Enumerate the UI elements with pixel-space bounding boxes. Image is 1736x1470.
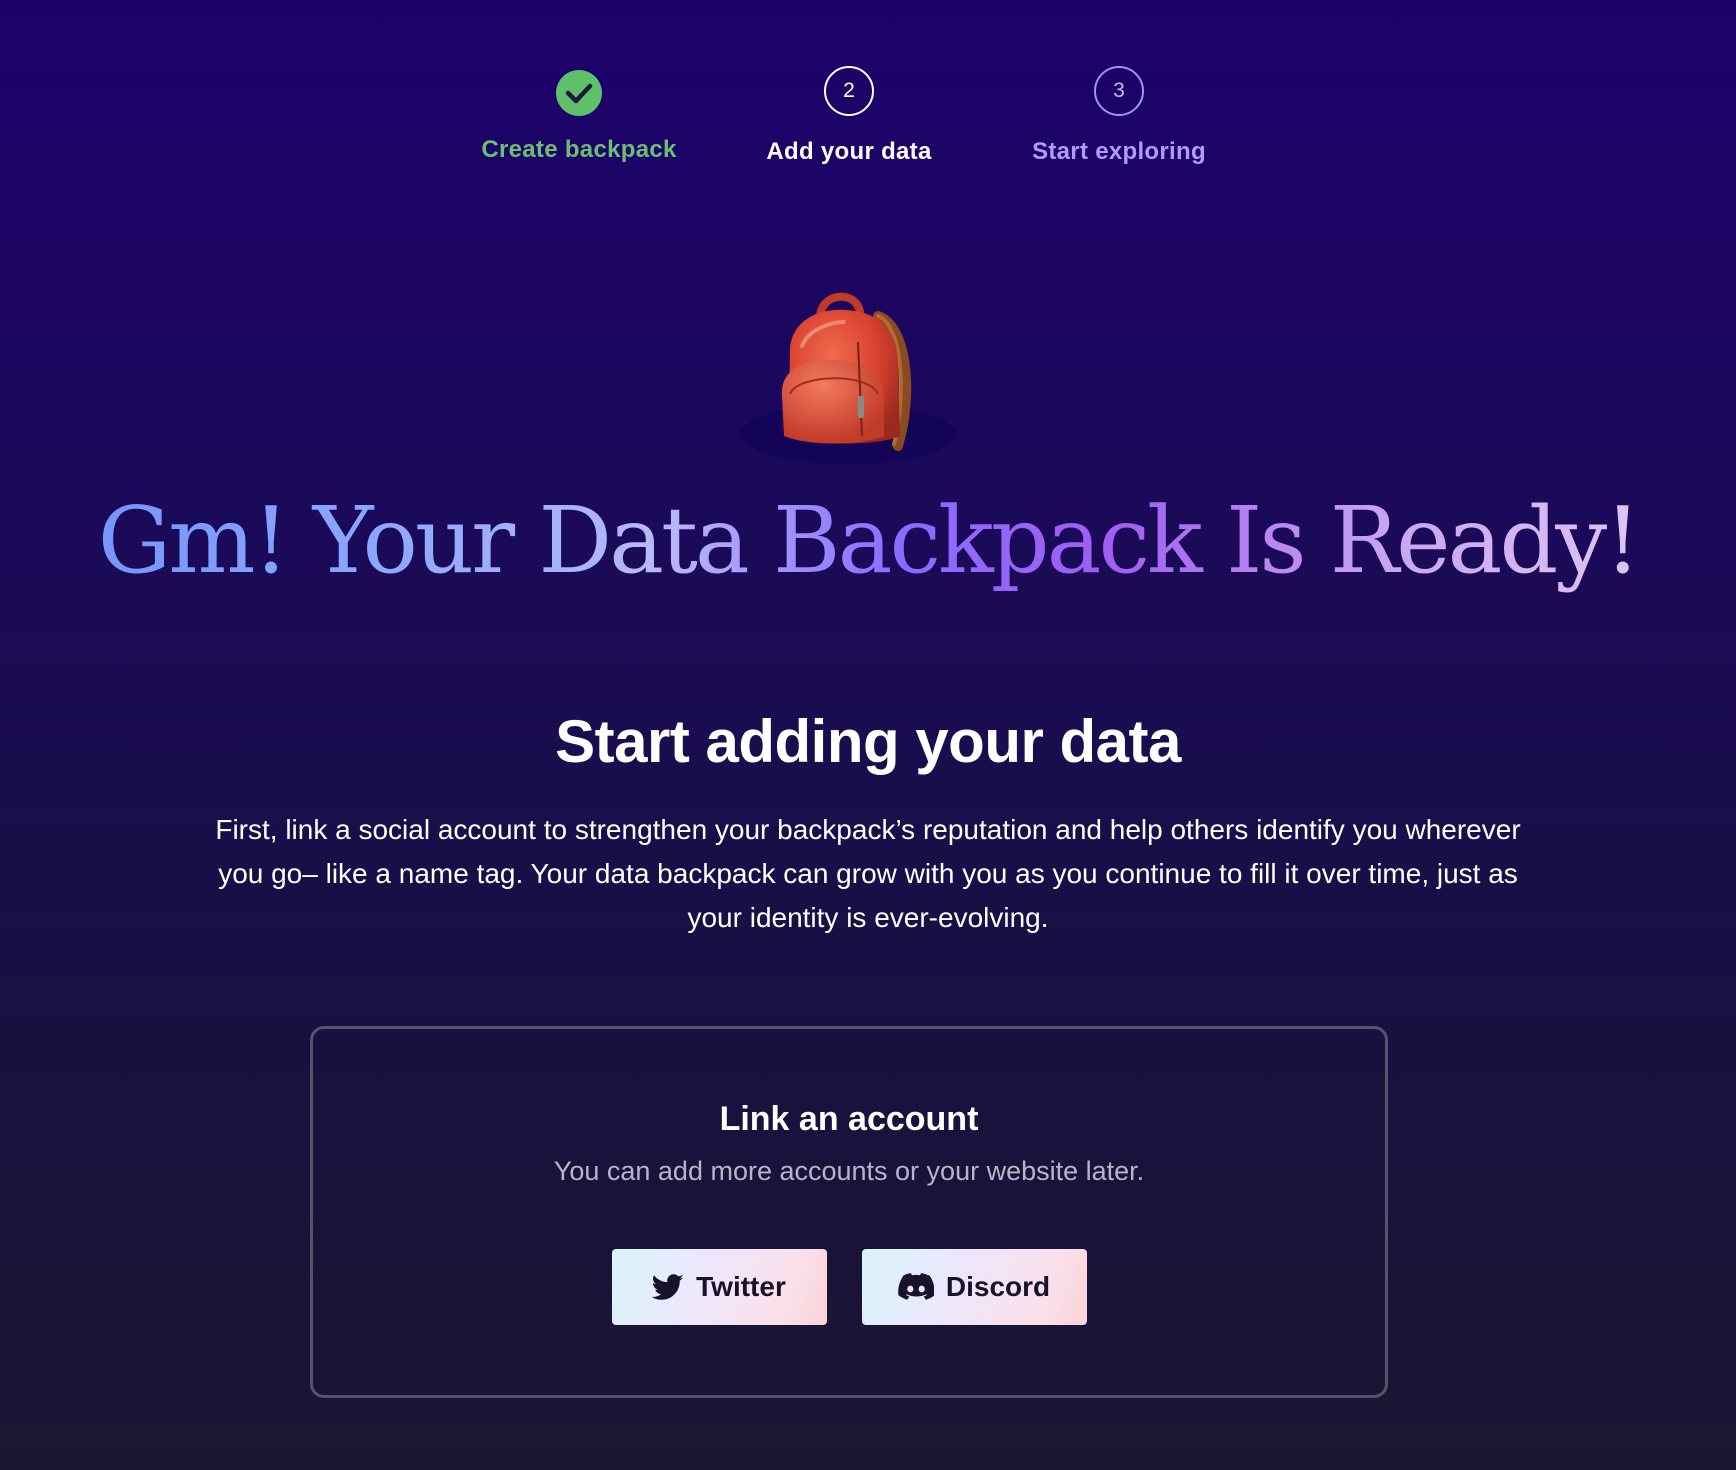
- step-complete-marker: [556, 70, 602, 116]
- link-buttons: Twitter Discord: [313, 1249, 1385, 1325]
- discord-icon: [898, 1273, 934, 1301]
- discord-button-label: Discord: [945, 1271, 1051, 1302]
- hero-title: Gm! Your Data Backpack Is Ready!: [0, 486, 1736, 596]
- section-heading: Start adding your data: [555, 708, 1181, 775]
- step-label: Create backpack: [481, 136, 677, 163]
- step-number-marker: 3: [1094, 66, 1144, 116]
- step-label: Add your data: [766, 138, 932, 165]
- onboarding-stepper: Create backpack 2 Add your data 3 Start …: [0, 66, 1736, 176]
- twitter-button-label: Twitter: [696, 1271, 786, 1302]
- twitter-button[interactable]: Twitter: [611, 1249, 827, 1325]
- card-title: Link an account: [719, 1100, 979, 1138]
- backpack-illustration: [738, 286, 958, 466]
- step-start-exploring[interactable]: 3 Start exploring: [989, 66, 1249, 166]
- step-number-marker: 2: [824, 66, 874, 116]
- step-add-your-data[interactable]: 2 Add your data: [719, 66, 979, 166]
- discord-button[interactable]: Discord: [861, 1249, 1087, 1325]
- step-create-backpack[interactable]: Create backpack: [449, 66, 709, 164]
- backpack-icon: [740, 292, 956, 464]
- step-label: Start exploring: [1032, 138, 1206, 165]
- card-subtitle: You can add more accounts or your websit…: [553, 1156, 1145, 1186]
- link-account-card: Link an account You can add more account…: [310, 1026, 1388, 1398]
- twitter-icon: [652, 1273, 684, 1301]
- checkmark-icon: [565, 82, 593, 104]
- section-description: First, link a social account to strength…: [215, 814, 1521, 933]
